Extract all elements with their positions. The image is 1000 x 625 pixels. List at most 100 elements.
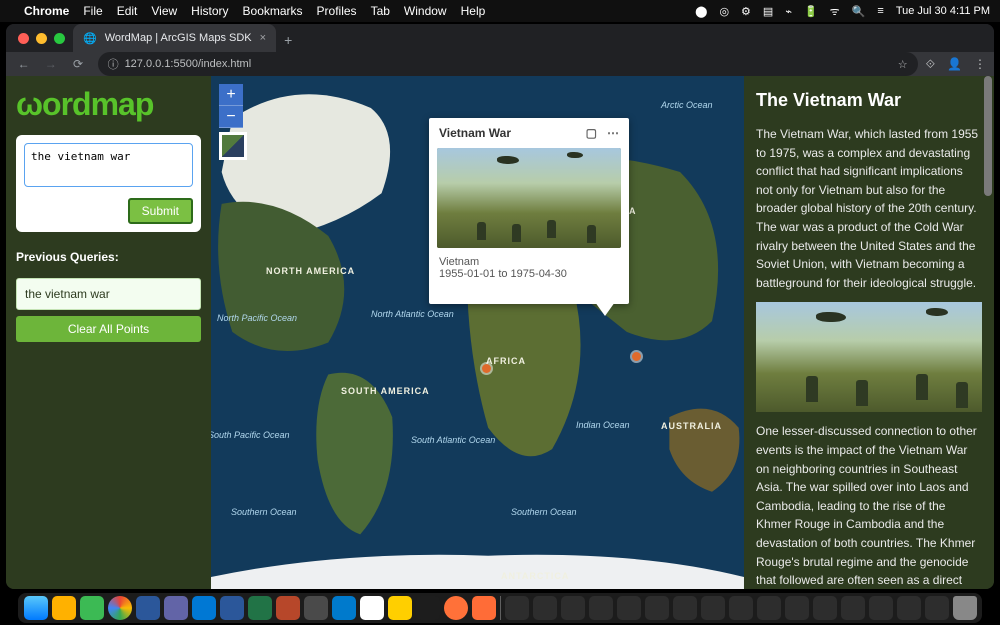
dock-notes-icon[interactable] bbox=[388, 596, 412, 620]
macos-dock bbox=[0, 591, 1000, 625]
basemap-toggle-button[interactable] bbox=[219, 132, 247, 160]
zoom-in-button[interactable]: + bbox=[219, 84, 243, 106]
popup-menu-icon[interactable]: ⋯ bbox=[607, 126, 619, 140]
dock-minimized-window[interactable] bbox=[589, 596, 613, 620]
fullscreen-window-icon[interactable] bbox=[54, 33, 65, 44]
scrollbar-thumb[interactable] bbox=[984, 76, 992, 196]
bookmark-star-icon[interactable]: ☆ bbox=[898, 58, 908, 71]
dock-minimized-window[interactable] bbox=[925, 596, 949, 620]
browser-tab[interactable]: 🌐 WordMap | ArcGIS Maps SDK × bbox=[73, 24, 276, 52]
ocean-label: Southern Ocean bbox=[231, 508, 297, 518]
menu-tab[interactable]: Tab bbox=[371, 4, 390, 18]
dock-app-icon[interactable] bbox=[360, 596, 384, 620]
site-info-icon[interactable]: ⓘ bbox=[108, 56, 119, 72]
menu-view[interactable]: View bbox=[151, 4, 177, 18]
extensions-icon[interactable]: ⟐ bbox=[926, 57, 935, 72]
window-controls[interactable] bbox=[14, 33, 73, 52]
menu-history[interactable]: History bbox=[191, 4, 228, 18]
address-bar: ← → ⟳ ⓘ 127.0.0.1:5500/index.html ☆ ⟐ 👤 … bbox=[6, 52, 994, 76]
close-window-icon[interactable] bbox=[18, 33, 29, 44]
dock-chrome-icon[interactable] bbox=[108, 596, 132, 620]
dock-minimized-window[interactable] bbox=[561, 596, 585, 620]
menu-bookmarks[interactable]: Bookmarks bbox=[243, 4, 303, 18]
query-input[interactable]: the vietnam war bbox=[24, 143, 193, 187]
profile-avatar-icon[interactable]: 👤 bbox=[947, 57, 962, 72]
popup-dock-icon[interactable]: ▢ bbox=[586, 126, 597, 140]
continent-label: AUSTRALIA bbox=[661, 421, 722, 431]
menu-edit[interactable]: Edit bbox=[117, 4, 138, 18]
url-field[interactable]: ⓘ 127.0.0.1:5500/index.html ☆ bbox=[98, 52, 918, 76]
dock-firefox-icon[interactable] bbox=[444, 596, 468, 620]
dock-minimized-window[interactable] bbox=[869, 596, 893, 620]
menu-window[interactable]: Window bbox=[404, 4, 447, 18]
dock-teams-icon[interactable] bbox=[164, 596, 188, 620]
menu-help[interactable]: Help bbox=[461, 4, 486, 18]
dock-vscode-icon[interactable] bbox=[332, 596, 356, 620]
dock-app-icon[interactable] bbox=[52, 596, 76, 620]
ocean-label: Southern Ocean bbox=[511, 508, 577, 518]
spotlight-icon[interactable]: 🔍 bbox=[852, 5, 866, 18]
continent-label: NORTH AMERICA bbox=[266, 266, 355, 276]
dock-minimized-window[interactable] bbox=[729, 596, 753, 620]
control-center-icon[interactable]: ≡ bbox=[877, 5, 883, 17]
map-controls: + − bbox=[219, 84, 247, 160]
world-map[interactable]: NORTH AMERICA SOUTH AMERICA AFRICA EUROP… bbox=[211, 76, 744, 589]
menu-file[interactable]: File bbox=[83, 4, 102, 18]
dock-minimized-window[interactable] bbox=[533, 596, 557, 620]
dock-minimized-window[interactable] bbox=[701, 596, 725, 620]
dock-outlook-icon[interactable] bbox=[192, 596, 216, 620]
dock-minimized-window[interactable] bbox=[785, 596, 809, 620]
status-icon[interactable]: ◎ bbox=[719, 5, 729, 18]
minimize-window-icon[interactable] bbox=[36, 33, 47, 44]
dock-finder-icon[interactable] bbox=[24, 596, 48, 620]
previous-query-item[interactable]: the vietnam war bbox=[16, 278, 201, 310]
continent-label: SOUTH AMERICA bbox=[341, 386, 430, 396]
map-pin-africa[interactable] bbox=[482, 364, 491, 373]
right-scrollbar[interactable] bbox=[984, 76, 992, 589]
dock-postman-icon[interactable] bbox=[472, 596, 496, 620]
submit-button[interactable]: Submit bbox=[128, 198, 193, 224]
popup-title: Vietnam War bbox=[439, 126, 511, 140]
dock-minimized-window[interactable] bbox=[673, 596, 697, 620]
menu-profiles[interactable]: Profiles bbox=[317, 4, 357, 18]
wifi-icon[interactable]: ᯤ bbox=[830, 4, 840, 19]
dock-minimized-window[interactable] bbox=[617, 596, 641, 620]
zoom-out-button[interactable]: − bbox=[219, 106, 243, 128]
macos-menubar: Chrome File Edit View History Bookmarks … bbox=[0, 0, 1000, 22]
dock-app-icon[interactable] bbox=[80, 596, 104, 620]
new-tab-button[interactable]: + bbox=[276, 32, 300, 52]
status-icon[interactable]: ⬤ bbox=[695, 5, 707, 18]
clock[interactable]: Tue Jul 30 4:11 PM bbox=[896, 5, 990, 17]
dock-excel-icon[interactable] bbox=[248, 596, 272, 620]
dock-terminal-icon[interactable] bbox=[416, 596, 440, 620]
map-pin-vietnam[interactable] bbox=[632, 352, 641, 361]
chrome-menu-icon[interactable]: ⋮ bbox=[974, 57, 986, 72]
nav-reload-icon[interactable]: ⟳ bbox=[68, 57, 87, 71]
dock-trash-icon[interactable] bbox=[953, 596, 977, 620]
dock-minimized-window[interactable] bbox=[897, 596, 921, 620]
dock-minimized-window[interactable] bbox=[813, 596, 837, 620]
nav-back-icon[interactable]: ← bbox=[14, 57, 33, 71]
dock-word-icon[interactable] bbox=[136, 596, 160, 620]
ocean-label: South Atlantic Ocean bbox=[411, 436, 495, 446]
dock-minimized-window[interactable] bbox=[757, 596, 781, 620]
dock-minimized-window[interactable] bbox=[645, 596, 669, 620]
clear-all-points-button[interactable]: Clear All Points bbox=[16, 316, 201, 342]
status-icon[interactable]: ⌁ bbox=[785, 5, 792, 18]
sidebar-right: The Vietnam War The Vietnam War, which l… bbox=[744, 76, 994, 589]
app-name[interactable]: Chrome bbox=[24, 4, 69, 18]
dock-app-icon[interactable] bbox=[220, 596, 244, 620]
tab-close-icon[interactable]: × bbox=[260, 32, 266, 44]
dock-settings-icon[interactable] bbox=[304, 596, 328, 620]
ocean-label: South Pacific Ocean bbox=[211, 431, 290, 441]
app-logo: ωordmap bbox=[16, 86, 201, 123]
dock-powerpoint-icon[interactable] bbox=[276, 596, 300, 620]
status-icon[interactable]: ⚙ bbox=[741, 5, 751, 18]
dock-minimized-window[interactable] bbox=[841, 596, 865, 620]
continent-label: ANTARCTICA bbox=[501, 571, 569, 581]
article-paragraph: One lesser-discussed connection to other… bbox=[756, 422, 982, 589]
status-icon[interactable]: ▤ bbox=[763, 5, 773, 18]
battery-icon[interactable]: 🔋 bbox=[804, 5, 818, 18]
app-page: ωordmap the vietnam war Submit Previous … bbox=[6, 76, 994, 589]
dock-minimized-window[interactable] bbox=[505, 596, 529, 620]
